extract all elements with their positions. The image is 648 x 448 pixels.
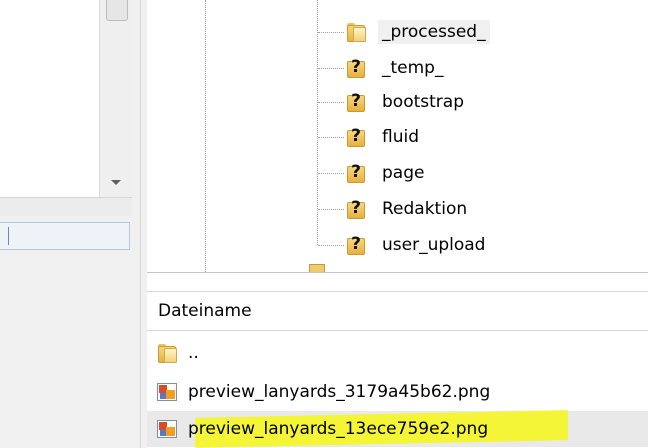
left-vertical-scrollbar[interactable] bbox=[99, 0, 133, 197]
tree-item-fluid[interactable]: ? fluid bbox=[147, 122, 547, 152]
file-row-parent[interactable]: .. bbox=[147, 335, 648, 371]
column-header-dateiname[interactable]: Dateiname bbox=[147, 291, 648, 331]
tree-item-redaktion[interactable]: ? Redaktion bbox=[147, 194, 547, 224]
file-list[interactable]: Dateiname .. preview_lanyards_3179a45b62… bbox=[147, 272, 648, 448]
file-row[interactable]: preview_lanyards_3179a45b62.png bbox=[147, 374, 648, 410]
tree-item-label: fluid bbox=[382, 127, 419, 147]
unknown-folder-icon: ? bbox=[345, 162, 367, 184]
unknown-folder-icon: ? bbox=[345, 234, 367, 256]
tree-item-label: _processed_ bbox=[378, 20, 490, 44]
tree-item-label: page bbox=[382, 163, 425, 183]
image-file-icon bbox=[156, 381, 178, 403]
file-name: preview_lanyards_13ece759e2.png bbox=[188, 419, 489, 439]
left-horizontal-scrollbar[interactable] bbox=[0, 197, 132, 217]
unknown-folder-icon: ? bbox=[345, 126, 367, 148]
left-lower-panel bbox=[0, 216, 140, 448]
tree-item-processed[interactable]: _processed_ bbox=[147, 17, 547, 47]
unknown-folder-icon: ? bbox=[345, 91, 367, 113]
pane-splitter[interactable] bbox=[140, 0, 147, 448]
folder-icon bbox=[345, 21, 367, 43]
tree-item-label: Redaktion bbox=[382, 199, 468, 219]
tree-item-label: user_upload bbox=[382, 235, 486, 255]
tree-item-label: bootstrap bbox=[382, 92, 464, 112]
unknown-folder-icon: ? bbox=[345, 57, 367, 79]
tree-item-bootstrap[interactable]: ? bootstrap bbox=[147, 87, 547, 117]
tree-item-page[interactable]: ? page bbox=[147, 158, 547, 188]
image-file-icon bbox=[156, 418, 178, 440]
scrollbar-thumb[interactable] bbox=[106, 0, 128, 21]
unknown-folder-icon: ? bbox=[345, 198, 367, 220]
file-name: preview_lanyards_3179a45b62.png bbox=[188, 382, 491, 402]
left-text-field[interactable] bbox=[0, 222, 130, 250]
tree-item-temp[interactable]: ? _temp_ bbox=[147, 53, 547, 83]
folder-icon bbox=[309, 264, 325, 272]
file-row-selected[interactable]: preview_lanyards_13ece759e2.png bbox=[147, 410, 648, 448]
scroll-down-arrow-icon[interactable] bbox=[111, 180, 121, 185]
folder-tree[interactable]: _processed_ ? _temp_ ? bootstrap ? fluid… bbox=[147, 0, 648, 272]
left-pane bbox=[0, 0, 140, 448]
tree-item-user-upload[interactable]: ? user_upload bbox=[147, 230, 547, 260]
tree-item-label: _temp_ bbox=[382, 58, 444, 78]
column-header-label: Dateiname bbox=[158, 301, 252, 321]
file-name: .. bbox=[188, 343, 199, 363]
folder-icon bbox=[156, 342, 178, 364]
